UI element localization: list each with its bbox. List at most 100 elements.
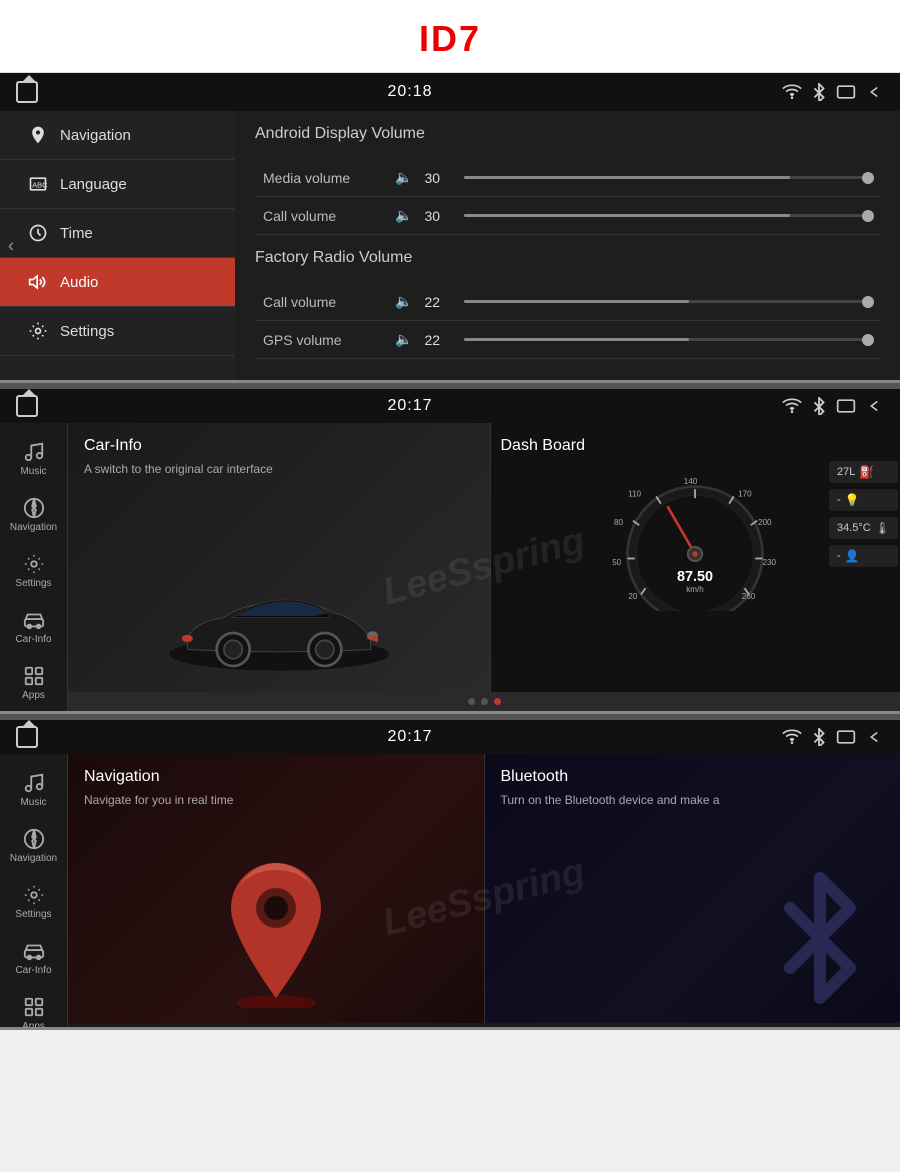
gps-volume-value: 22: [424, 332, 452, 348]
screen-2: 20:17: [0, 389, 900, 714]
media-volume-slider[interactable]: [464, 176, 872, 179]
dot-3[interactable]: [494, 698, 501, 705]
bluetooth-card-title: Bluetooth: [501, 768, 885, 786]
leftnav-music-label-3: Music: [20, 797, 46, 808]
svg-text:110: 110: [628, 489, 641, 498]
factory-call-volume-icon: 🔈: [395, 293, 412, 310]
svg-text:50: 50: [612, 558, 621, 567]
left-nav-2: Music Navigation Settings: [0, 423, 68, 711]
gps-volume-icon: 🔈: [395, 331, 412, 348]
location-pin-icon: [28, 125, 48, 145]
factory-call-volume-row: Call volume 🔈 22: [255, 283, 880, 321]
leftnav-apps-2[interactable]: Apps: [0, 655, 67, 711]
fuel-indicator: 27L ⛽: [829, 461, 898, 483]
screen-3: 20:17: [0, 720, 900, 1030]
leftnav-navigation-2[interactable]: Navigation: [0, 487, 67, 543]
leftnav-navigation-3[interactable]: Navigation: [0, 818, 67, 874]
call-volume-android-value: 30: [424, 208, 452, 224]
page-title-bar: ID7: [0, 0, 900, 73]
grid-icon-2: [23, 665, 45, 687]
temp-indicator: 34.5°C 🌡: [829, 517, 898, 539]
call-volume-android-slider[interactable]: [464, 214, 872, 217]
gear-icon-2: [23, 553, 45, 575]
back-icon[interactable]: [866, 84, 884, 100]
sidebar-label-navigation: Navigation: [60, 127, 131, 144]
call-volume-android-label: Call volume: [263, 208, 383, 224]
window-icon-3: [836, 729, 856, 745]
bluetooth-card[interactable]: Bluetooth Turn on the Bluetooth device a…: [485, 754, 900, 1023]
bluetooth-card-desc: Turn on the Bluetooth device and make a: [501, 792, 885, 809]
status-icons-1: [782, 83, 884, 101]
sidebar-item-audio[interactable]: Audio: [0, 258, 235, 307]
sidebar-item-navigation[interactable]: Navigation: [0, 111, 235, 160]
dots-indicator-3: [68, 1023, 900, 1030]
sidebar-item-settings[interactable]: Settings: [0, 307, 235, 356]
person-icon: 👤: [845, 549, 860, 563]
fuel-icon: ⛽: [859, 465, 874, 479]
bluetooth-icon: [812, 83, 826, 101]
leftnav-navigation-label-3: Navigation: [10, 853, 57, 864]
dots-indicator-2: [68, 692, 900, 711]
dot-3-2[interactable]: [481, 1029, 488, 1030]
settings-main: Android Display Volume Media volume 🔈 30…: [235, 111, 900, 380]
dot-1[interactable]: [468, 698, 475, 705]
map-pin-container: [216, 858, 336, 1013]
leftnav-carinfo-label-2: Car-Info: [15, 634, 51, 645]
music-note-icon-3: [23, 772, 45, 794]
wifi-icon: [782, 84, 802, 100]
car-icon-3: [23, 940, 45, 962]
home-icon-2[interactable]: [16, 395, 38, 417]
dot-3-3[interactable]: [494, 1029, 501, 1030]
wifi-icon-3: [782, 729, 802, 745]
home-icon[interactable]: [16, 81, 38, 103]
screen3-content: Music Navigation Settings: [0, 754, 900, 1030]
leftnav-carinfo-2[interactable]: Car-Info: [0, 599, 67, 655]
navigation-card[interactable]: Navigation Navigate for you in real time: [68, 754, 485, 1023]
sidebar-item-language[interactable]: ABC Language: [0, 160, 235, 209]
cards-row-3: Navigation Navigate for you in real time: [68, 754, 900, 1023]
wifi-icon-2: [782, 398, 802, 414]
dot-2[interactable]: [481, 698, 488, 705]
call-volume-android-icon: 🔈: [395, 207, 412, 224]
leftnav-music-2[interactable]: Music: [0, 431, 67, 487]
status-icons-3: [782, 728, 884, 746]
svg-text:ABC: ABC: [32, 180, 48, 189]
navigation-card-title: Navigation: [84, 768, 468, 786]
dot-3-1[interactable]: [468, 1029, 475, 1030]
status-bar-3: 20:17: [0, 720, 900, 754]
clock-icon: [28, 223, 48, 243]
leftnav-carinfo-3[interactable]: Car-Info: [0, 930, 67, 986]
svg-text:km/h: km/h: [686, 585, 704, 594]
leftnav-settings-3[interactable]: Settings: [0, 874, 67, 930]
sidebar-item-time[interactable]: Time: [0, 209, 235, 258]
gps-volume-slider[interactable]: [464, 338, 872, 341]
settings-icon: [28, 321, 48, 341]
leftnav-settings-label-3: Settings: [15, 909, 51, 920]
leftnav-settings-2[interactable]: Settings: [0, 543, 67, 599]
back-icon-2[interactable]: [866, 398, 884, 414]
time-display-2: 20:17: [387, 397, 432, 415]
sidebar-label-language: Language: [60, 176, 127, 193]
speedometer: 140 170 200 230 260 110 80 50 20: [605, 461, 785, 611]
screen2-content: Music Navigation Settings: [0, 423, 900, 711]
window-icon-2: [836, 398, 856, 414]
sidebar-label-settings: Settings: [60, 323, 114, 340]
compass-icon-3: [23, 828, 45, 850]
time-display-1: 20:18: [387, 83, 432, 101]
gps-volume-row: GPS volume 🔈 22: [255, 321, 880, 359]
window-icon: [836, 84, 856, 100]
leftnav-music-3[interactable]: Music: [0, 762, 67, 818]
sidebar-back-arrow[interactable]: ‹: [0, 227, 22, 264]
screen-1: 20:18: [0, 73, 900, 383]
language-icon: ABC: [28, 174, 48, 194]
music-note-icon-2: [23, 441, 45, 463]
leftnav-apps-3[interactable]: Apps: [0, 986, 67, 1030]
status-icons-2: [782, 397, 884, 415]
home-icon-3[interactable]: [16, 726, 38, 748]
gps-volume-label: GPS volume: [263, 332, 383, 348]
media-volume-icon: 🔈: [395, 169, 412, 186]
svg-text:170: 170: [738, 489, 752, 498]
svg-text:20: 20: [629, 592, 638, 601]
back-icon-3[interactable]: [866, 729, 884, 745]
factory-call-volume-slider[interactable]: [464, 300, 872, 303]
